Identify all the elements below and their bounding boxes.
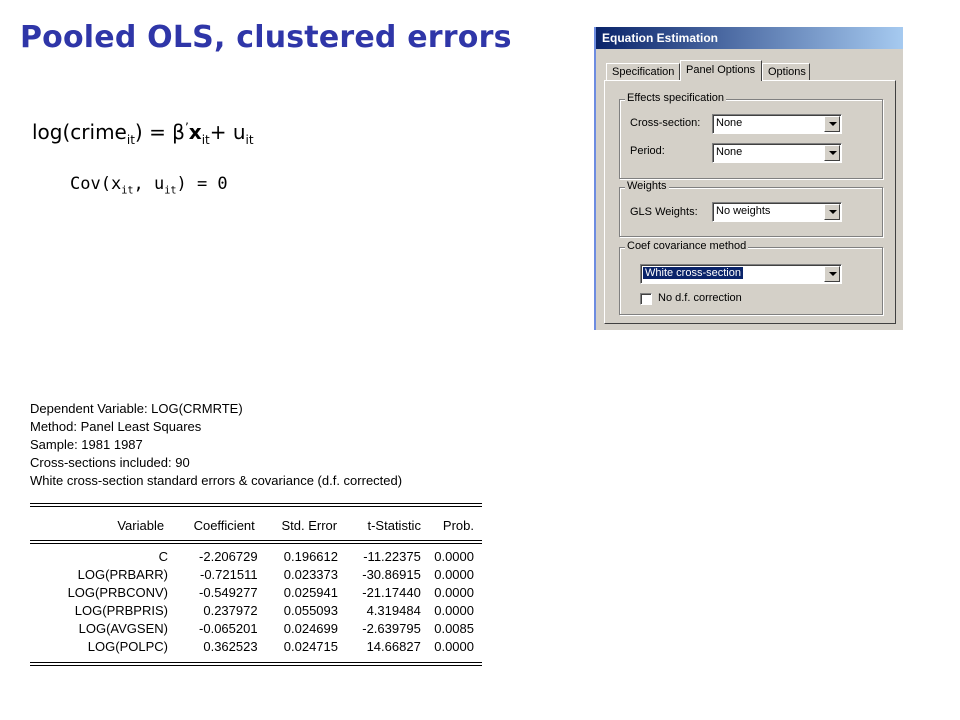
gls-weights-label: GLS Weights:	[630, 206, 698, 218]
cell-variable: LOG(PRBCONV)	[67, 585, 168, 600]
cell-t-statistic: -2.639795	[362, 621, 421, 636]
eq-lhs-sub: it	[126, 133, 135, 147]
chevron-down-icon[interactable]	[824, 116, 840, 132]
table-row: LOG(PRBPRIS) 0.237972 0.055093 4.319484 …	[30, 602, 482, 620]
cross-section-label: Cross-section:	[630, 117, 701, 129]
cell-variable: LOG(PRBPRIS)	[74, 603, 168, 618]
coef-covariance-combo[interactable]: White cross-section	[640, 264, 842, 284]
model-equation: log(crimeit) = β’xit+ uit	[32, 120, 254, 147]
cell-variable: C	[158, 549, 168, 564]
period-label: Period:	[630, 145, 665, 157]
regression-output: Dependent Variable: LOG(CRMRTE) Method: …	[30, 400, 485, 666]
output-header-line: Sample: 1981 1987	[30, 437, 143, 452]
top-rule	[30, 503, 482, 507]
col-header: Prob.	[442, 518, 474, 533]
no-df-correction-checkbox[interactable]	[640, 293, 652, 305]
equation-estimation-dialog: Equation Estimation Specification Panel …	[594, 27, 903, 330]
cell-variable: LOG(AVGSEN)	[78, 621, 168, 636]
cell-coefficient: -2.206729	[199, 549, 258, 564]
table-row: LOG(PRBCONV) -0.549277 0.025941 -21.1744…	[30, 584, 482, 602]
output-header-line: Cross-sections included: 90	[30, 455, 190, 470]
no-df-correction-label: No d.f. correction	[658, 292, 742, 304]
cross-section-value: None	[716, 117, 743, 129]
table-row: LOG(AVGSEN) -0.065201 0.024699 -2.639795…	[30, 620, 482, 638]
cell-coefficient: -0.549277	[199, 585, 258, 600]
cross-section-combo[interactable]: None	[712, 114, 842, 134]
weights-group: Weights GLS Weights: No weights	[619, 180, 883, 237]
period-value: None	[716, 146, 743, 158]
cell-t-statistic: -21.17440	[362, 585, 421, 600]
cell-variable: LOG(PRBARR)	[77, 567, 168, 582]
eq-x-sub: it	[201, 133, 210, 147]
table-row: C -2.206729 0.196612 -11.22375 0.0000	[30, 548, 482, 566]
coefficient-rows: C -2.206729 0.196612 -11.22375 0.0000 LO…	[30, 548, 482, 656]
cell-prob: 0.0000	[434, 567, 474, 582]
coef-covariance-legend: Coef covariance method	[625, 240, 749, 252]
chevron-down-icon[interactable]	[824, 266, 840, 282]
cell-coefficient: 0.362523	[203, 639, 258, 654]
cell-std-error: 0.055093	[283, 603, 338, 618]
cell-prob: 0.0000	[434, 585, 474, 600]
dialog-titlebar: Equation Estimation	[596, 27, 903, 49]
gls-weights-value: No weights	[716, 205, 771, 217]
tab-panel-options[interactable]: Panel Options	[680, 60, 762, 81]
cov-sub2: it	[164, 185, 177, 197]
output-header-line: Method: Panel Least Squares	[30, 419, 202, 434]
eq-lhs-prefix: log(crime	[32, 120, 127, 144]
coef-covariance-group: Coef covariance method White cross-secti…	[619, 240, 883, 315]
output-header-line: Dependent Variable: LOG(CRMRTE)	[30, 401, 243, 416]
chevron-down-icon[interactable]	[824, 204, 840, 220]
cell-std-error: 0.023373	[283, 567, 338, 582]
cov-mid: , u	[133, 174, 165, 194]
weights-legend: Weights	[625, 180, 669, 192]
eq-plus-u: + u	[209, 120, 246, 144]
cell-coefficient: 0.237972	[203, 603, 258, 618]
cell-prob: 0.0000	[434, 549, 474, 564]
panel-options-pane: Effects specification Cross-section: Non…	[604, 80, 896, 324]
chevron-down-icon[interactable]	[824, 145, 840, 161]
cell-std-error: 0.025941	[283, 585, 338, 600]
cell-prob: 0.0085	[434, 621, 474, 636]
table-header-row: Variable Coefficient Std. Error t-Statis…	[30, 512, 482, 541]
cell-std-error: 0.196612	[283, 549, 338, 564]
bottom-rule	[30, 662, 482, 666]
slide-title: Pooled OLS, clustered errors	[20, 20, 512, 55]
effects-legend: Effects specification	[625, 92, 727, 104]
coef-covariance-value: White cross-section	[642, 266, 744, 280]
table-row: LOG(POLPC) 0.362523 0.024715 14.66827 0.…	[30, 638, 482, 656]
gls-weights-combo[interactable]: No weights	[712, 202, 842, 222]
col-header: Coefficient	[193, 518, 255, 533]
cell-prob: 0.0000	[434, 603, 474, 618]
period-combo[interactable]: None	[712, 143, 842, 163]
tab-specification[interactable]: Specification	[606, 63, 680, 80]
col-header: t-Statistic	[367, 518, 421, 533]
cell-variable: LOG(POLPC)	[87, 639, 168, 654]
eq-x: x	[188, 120, 202, 144]
cell-prob: 0.0000	[434, 639, 474, 654]
col-header: Std. Error	[281, 518, 338, 533]
table-row: LOG(PRBARR) -0.721511 0.023373 -30.86915…	[30, 566, 482, 584]
cell-t-statistic: 4.319484	[366, 603, 421, 618]
output-header-line: White cross-section standard errors & co…	[30, 473, 403, 488]
cell-std-error: 0.024699	[283, 621, 338, 636]
cov-sub1: it	[121, 185, 134, 197]
effects-group: Effects specification Cross-section: Non…	[619, 92, 883, 179]
eq-lhs-suffix: ) = β	[134, 120, 185, 144]
tab-options[interactable]: Options	[762, 63, 810, 80]
cell-std-error: 0.024715	[283, 639, 338, 654]
cell-t-statistic: -30.86915	[362, 567, 421, 582]
cell-t-statistic: 14.66827	[366, 639, 421, 654]
cov-prefix: Cov(x	[70, 174, 122, 194]
cell-coefficient: -0.065201	[199, 621, 258, 636]
cell-coefficient: -0.721511	[200, 567, 258, 582]
cov-suffix: ) = 0	[176, 174, 228, 194]
cell-t-statistic: -11.22375	[363, 549, 421, 564]
col-header: Variable	[117, 518, 165, 533]
covariance-assumption: Cov(xit, uit) = 0	[70, 174, 228, 196]
eq-u-sub: it	[245, 133, 254, 147]
